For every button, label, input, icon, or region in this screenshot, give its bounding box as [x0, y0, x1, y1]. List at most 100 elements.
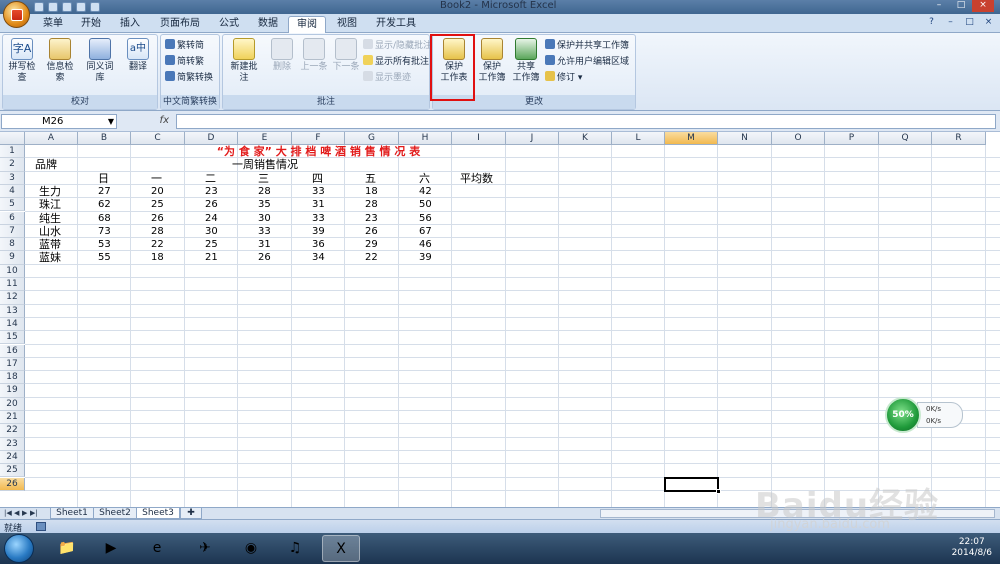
value-cell[interactable]: 46: [419, 238, 453, 251]
new-icon[interactable]: [90, 1, 100, 12]
brand-cell[interactable]: 纯生: [39, 212, 79, 225]
tab-home[interactable]: 开始: [74, 16, 108, 33]
day-header-6[interactable]: 六: [419, 172, 453, 185]
show-hide-comment-button[interactable]: 显示/隐藏批注: [363, 39, 432, 53]
undo-icon[interactable]: [48, 1, 58, 12]
value-cell[interactable]: 56: [419, 212, 453, 225]
track-changes-button[interactable]: 修订 ▾: [545, 71, 582, 85]
bird-app-icon[interactable]: ✈: [186, 535, 224, 562]
column-header-n[interactable]: N: [718, 132, 772, 145]
row-header-18[interactable]: 18: [0, 371, 25, 385]
clock[interactable]: 22:07 2014/8/6: [952, 537, 992, 559]
column-header-p[interactable]: P: [825, 132, 879, 145]
row-header-15[interactable]: 15: [0, 331, 25, 345]
value-cell[interactable]: 18: [151, 251, 185, 264]
day-header-4[interactable]: 四: [312, 172, 346, 185]
ie-icon[interactable]: e: [138, 535, 176, 562]
value-cell[interactable]: 50: [419, 198, 453, 211]
excel-icon[interactable]: X: [322, 535, 360, 562]
row-header-4[interactable]: 4: [0, 184, 25, 199]
to-simplified-button[interactable]: 繁转简: [165, 39, 204, 53]
value-cell[interactable]: 30: [205, 225, 239, 238]
column-header-d[interactable]: D: [185, 132, 238, 145]
value-cell[interactable]: 18: [365, 185, 399, 198]
value-cell[interactable]: 26: [205, 198, 239, 211]
value-cell[interactable]: 39: [419, 251, 453, 264]
save-icon[interactable]: [34, 1, 44, 12]
row-header-8[interactable]: 8: [0, 238, 25, 252]
formula-input[interactable]: [176, 114, 996, 129]
fill-handle[interactable]: [716, 488, 721, 494]
brand-cell[interactable]: 生力: [39, 185, 79, 198]
column-header-i[interactable]: I: [452, 132, 506, 145]
value-cell[interactable]: 53: [98, 238, 132, 251]
prev-comment-button[interactable]: 上一条: [297, 38, 331, 73]
to-traditional-button[interactable]: 简转繁: [165, 55, 204, 69]
brand-cell[interactable]: 山水: [39, 225, 79, 238]
office-button[interactable]: [3, 1, 30, 28]
value-cell[interactable]: 62: [98, 198, 132, 211]
row-header-17[interactable]: 17: [0, 357, 25, 372]
sheet-tab-3[interactable]: Sheet3: [136, 508, 180, 519]
value-cell[interactable]: 26: [258, 251, 292, 264]
row-header-11[interactable]: 11: [0, 278, 25, 292]
value-cell[interactable]: 23: [365, 212, 399, 225]
value-cell[interactable]: 31: [258, 238, 292, 251]
row-header-9[interactable]: 9: [0, 251, 25, 265]
tab-insert[interactable]: 插入: [112, 16, 148, 33]
tab-data[interactable]: 数据: [250, 16, 286, 33]
tab-formulas[interactable]: 公式: [212, 16, 246, 33]
start-button[interactable]: [4, 534, 34, 563]
brand-cell[interactable]: 蓝妹: [39, 251, 79, 264]
row-header-25[interactable]: 25: [0, 464, 25, 478]
name-box-dropdown-icon[interactable]: ▼: [108, 115, 114, 128]
ribbon-restore-icon[interactable]: □: [964, 17, 975, 28]
value-cell[interactable]: 27: [98, 185, 132, 198]
column-header-l[interactable]: L: [612, 132, 665, 145]
protect-sheet-button[interactable]: 保护 工作表: [437, 38, 471, 84]
value-cell[interactable]: 25: [151, 198, 185, 211]
chrome-icon[interactable]: ◉: [232, 535, 270, 562]
row-header-5[interactable]: 5: [0, 198, 25, 212]
day-header-2[interactable]: 二: [205, 172, 239, 185]
protect-share-button[interactable]: 保护并共享工作簿: [545, 39, 629, 53]
new-comment-button[interactable]: 新建批注: [227, 38, 261, 84]
value-cell[interactable]: 26: [365, 225, 399, 238]
show-all-comments-button[interactable]: 显示所有批注: [363, 55, 429, 69]
value-cell[interactable]: 39: [312, 225, 346, 238]
sheet-title[interactable]: “为 食 家” 大 排 档 啤 酒 销 售 情 况 表: [25, 145, 612, 158]
media-player-icon[interactable]: ▶: [92, 535, 130, 562]
row-header-12[interactable]: 12: [0, 291, 25, 305]
row-header-3[interactable]: 3: [0, 171, 25, 185]
protect-workbook-button[interactable]: 保护 工作簿: [475, 38, 509, 84]
ribbon-close-icon[interactable]: ×: [983, 17, 994, 28]
column-header-f[interactable]: F: [292, 132, 345, 145]
macro-record-icon[interactable]: [36, 522, 46, 531]
last-sheet-icon[interactable]: ▶|: [30, 509, 38, 517]
spreadsheet-grid[interactable]: ABCDEFGHIJKLMNOPQR 1 2 3 4 5 6 7 8 9 10 11 12 13 14 15…: [0, 132, 1000, 507]
day-header-3[interactable]: 三: [258, 172, 292, 185]
column-header-c[interactable]: C: [131, 132, 185, 145]
value-cell[interactable]: 22: [365, 251, 399, 264]
column-header-k[interactable]: K: [559, 132, 612, 145]
music-app-icon[interactable]: ♫: [276, 535, 314, 562]
value-cell[interactable]: 67: [419, 225, 453, 238]
allow-edit-ranges-button[interactable]: 允许用户编辑区域: [545, 55, 629, 69]
value-cell[interactable]: 33: [258, 225, 292, 238]
close-icon[interactable]: ×: [972, 0, 994, 12]
column-header-e[interactable]: E: [238, 132, 292, 145]
insert-function-button[interactable]: fx: [123, 114, 173, 129]
row-header-20[interactable]: 20: [0, 397, 25, 411]
tab-review[interactable]: 审阅: [288, 16, 326, 33]
delete-comment-button[interactable]: 删除: [265, 38, 299, 73]
brand-cell[interactable]: 蓝带: [39, 238, 79, 251]
row-header-2[interactable]: 2: [0, 158, 25, 172]
spell-check-button[interactable]: 字A 拼写检查: [5, 38, 39, 84]
name-box[interactable]: M26 ▼: [1, 114, 117, 129]
column-header-r[interactable]: R: [932, 132, 986, 145]
row-header-16[interactable]: 16: [0, 344, 25, 358]
day-header-5[interactable]: 五: [365, 172, 399, 185]
row-header-22[interactable]: 22: [0, 424, 25, 438]
value-cell[interactable]: 31: [312, 198, 346, 211]
network-speed-widget[interactable]: 0K/s 0K/s 50%: [885, 397, 965, 433]
